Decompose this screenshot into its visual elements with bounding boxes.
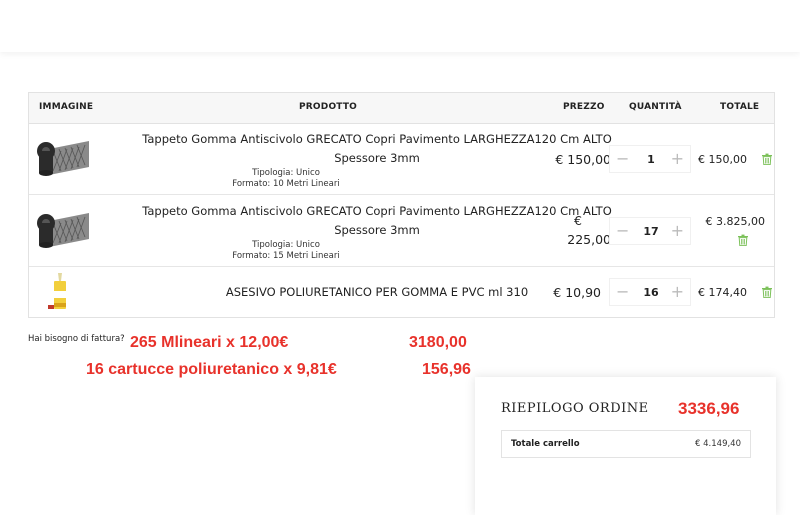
header-product: PRODOTTO: [299, 102, 358, 112]
product-price-currency: €: [574, 213, 582, 228]
summary-title: RIEPILOGO ORDINE: [501, 401, 649, 416]
trash-icon[interactable]: [761, 153, 773, 165]
annotation-line1-right: 3180,00: [409, 334, 467, 351]
qty-value[interactable]: 16: [634, 286, 668, 299]
row-total: € 174,40: [698, 286, 747, 299]
table-row: Tappeto Gomma Antiscivolo GRECATO Copri …: [29, 195, 774, 267]
annotation-line2-right: 156,96: [422, 361, 471, 378]
qty-minus-button[interactable]: −: [616, 283, 629, 301]
annotation-line2-left: 16 cartucce poliuretanico x 9,81€: [86, 361, 337, 378]
annotation-line1-left: 265 Mlineari x 12,00€: [130, 334, 289, 351]
product-price: 225,00: [567, 232, 611, 247]
quantity-stepper: − 1 +: [609, 145, 691, 173]
invoice-question[interactable]: Hai bisogno di fattura?: [28, 334, 125, 344]
qty-value[interactable]: 1: [634, 153, 668, 166]
cart-total-label: Totale carrello: [511, 439, 580, 449]
product-name[interactable]: Tappeto Gomma Antiscivolo GRECATO Copri …: [107, 129, 647, 149]
rubber-mat-roll-icon[interactable]: [35, 209, 91, 249]
cart-total-box: Totale carrello € 4.149,40: [501, 430, 751, 458]
adhesive-cartridge-icon[interactable]: [45, 273, 75, 313]
table-header: IMMAGINE PRODOTTO PREZZO QUANTITÀ TOTALE: [29, 93, 774, 124]
table-row: Tappeto Gomma Antiscivolo GRECATO Copri …: [29, 123, 774, 195]
cart-total-value: € 4.149,40: [695, 439, 741, 449]
header-price: PREZZO: [563, 102, 605, 112]
order-summary-panel: RIEPILOGO ORDINE 3336,96 Totale carrello…: [475, 377, 776, 515]
product-price: € 10,90: [553, 285, 601, 300]
product-formato: Formato: 10 Metri Lineari: [232, 179, 340, 189]
qty-minus-button[interactable]: −: [616, 222, 629, 240]
qty-plus-button[interactable]: +: [671, 283, 684, 301]
row-total: € 150,00: [698, 153, 747, 166]
product-formato: Formato: 15 Metri Lineari: [232, 251, 340, 261]
quantity-stepper: − 16 +: [609, 278, 691, 306]
row-total: € 3.825,00: [705, 215, 765, 228]
qty-plus-button[interactable]: +: [671, 150, 684, 168]
rubber-mat-roll-icon[interactable]: [35, 137, 91, 177]
trash-icon[interactable]: [737, 234, 749, 246]
qty-value[interactable]: 17: [634, 225, 668, 238]
header-total: TOTALE: [720, 102, 760, 112]
quantity-stepper: − 17 +: [609, 217, 691, 245]
trash-icon[interactable]: [761, 286, 773, 298]
top-navigation-bar: [0, 0, 800, 52]
qty-plus-button[interactable]: +: [671, 222, 684, 240]
qty-minus-button[interactable]: −: [616, 150, 629, 168]
annotation-summary-total: 3336,96: [678, 399, 740, 418]
product-tipologia: Tipologia: Unico: [252, 168, 320, 178]
cart-table: IMMAGINE PRODOTTO PREZZO QUANTITÀ TOTALE…: [28, 92, 775, 318]
header-image: IMMAGINE: [39, 102, 94, 112]
table-row: ASESIVO POLIURETANICO PER GOMMA E PVC ml…: [29, 267, 774, 318]
header-quantity: QUANTITÀ: [629, 102, 682, 112]
product-tipologia: Tipologia: Unico: [252, 240, 320, 250]
product-price: € 150,00: [555, 152, 611, 167]
